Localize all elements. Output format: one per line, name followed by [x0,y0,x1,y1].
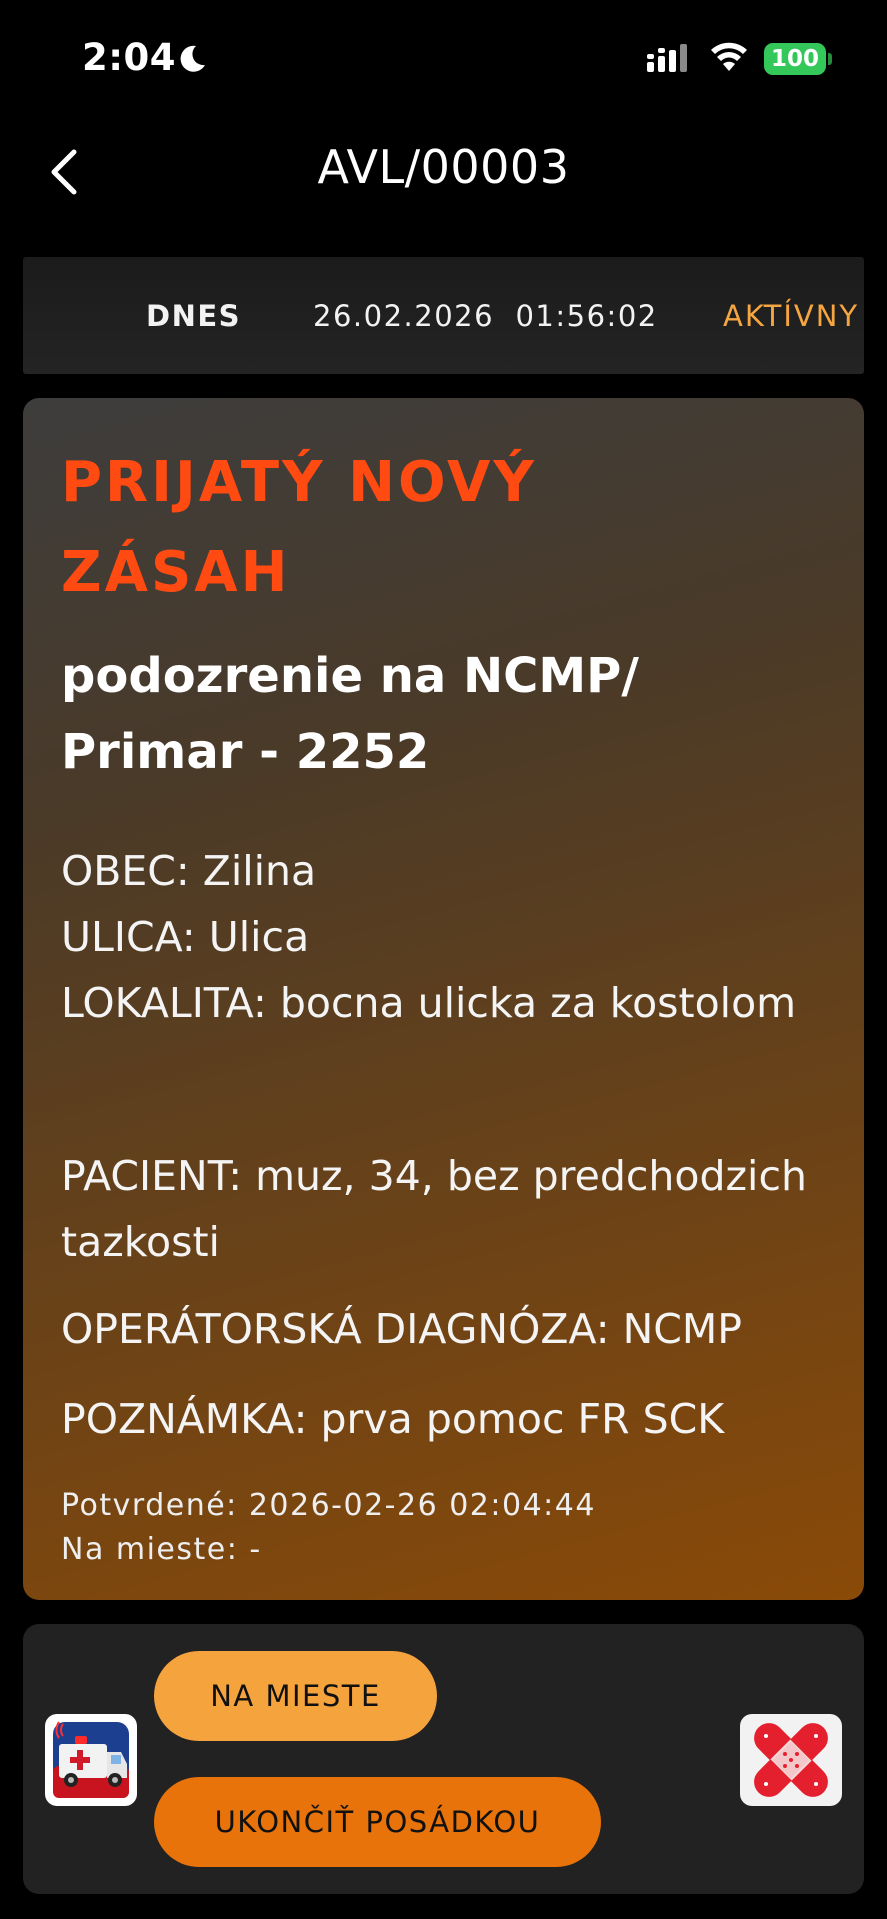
bandage-icon [754,1723,828,1797]
obec-line: OBEC: Zilina [61,847,317,895]
battery-tip [828,53,832,65]
ambulance-icon [53,1721,129,1798]
moon-icon [180,45,205,72]
incident-info-strip: DNES 26.02.2026 01:56:02 AKTÍVNY [23,257,864,374]
on-site-timestamp: Na mieste: - [61,1532,262,1560]
incident-card: PRIJATÝ NOVÝ ZÁSAH podozrenie na NCMP/ P… [23,398,864,1600]
day-label: DNES [146,299,242,333]
ulica-line: ULICA: Ulica [61,913,310,961]
action-bar: NA MIESTE UKONČIŤ POSÁDKOU [23,1624,864,1894]
page-title: AVL/00003 [317,140,570,194]
address-block: OBEC: Zilina ULICA: Ulica LOKALITA: bocn… [61,838,841,1036]
battery-indicator: 100 [764,43,826,75]
app-screen: 2:04 100 AVL/00003 DNES 26.02.2026 01:56… [0,0,887,1919]
diagnosis-line: OPERÁTORSKÁ DIAGNÓZA: NCMP [61,1305,743,1353]
incident-subheading: podozrenie na NCMP/ Primar - 2252 [61,648,639,780]
ambulance-app-button[interactable] [45,1714,137,1806]
first-aid-app-button[interactable] [740,1714,842,1806]
patient-line: PACIENT: muz, 34, bez predchodzich tazko… [61,1152,807,1266]
lokalita-line: LOKALITA: bocna ulicka za kostolom [61,979,797,1027]
wifi-icon [711,42,747,71]
end-by-crew-button[interactable]: UKONČIŤ POSÁDKOU [154,1777,601,1867]
status-bar: 2:04 100 [0,0,887,120]
datetime-label: 26.02.2026 01:56:02 [313,299,658,333]
status-badge: AKTÍVNY [723,299,860,333]
incident-heading: PRIJATÝ NOVÝ ZÁSAH [61,450,537,605]
on-site-button[interactable]: NA MIESTE [154,1651,437,1741]
confirmed-timestamp: Potvrdené: 2026-02-26 02:04:44 [61,1488,596,1523]
note-line: POZNÁMKA: prva pomoc FR SCK [61,1395,725,1443]
cellular-signal-icon [647,44,687,72]
status-time: 2:04 [82,36,177,79]
